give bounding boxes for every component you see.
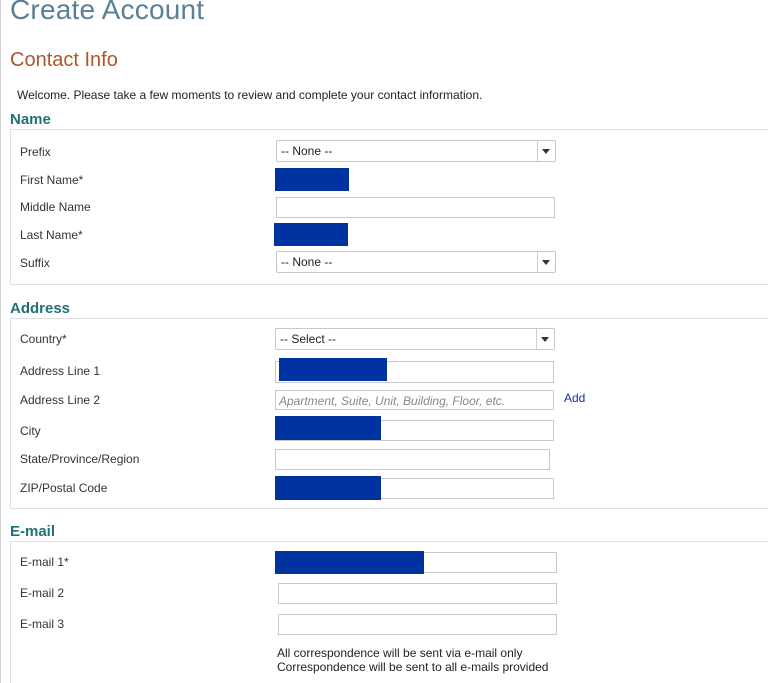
last-name-label: Last Name* bbox=[20, 228, 83, 242]
country-label: Country* bbox=[20, 332, 67, 346]
last-name-input-redacted[interactable] bbox=[274, 223, 348, 246]
address-line-2-input[interactable]: Apartment, Suite, Unit, Building, Floor,… bbox=[275, 390, 554, 410]
zip-redacted bbox=[275, 476, 381, 500]
zip-label: ZIP/Postal Code bbox=[20, 481, 108, 495]
country-dropdown-button[interactable] bbox=[536, 329, 554, 349]
prefix-select-value: -- None -- bbox=[281, 144, 333, 158]
country-select-value: -- Select -- bbox=[280, 332, 337, 346]
name-section-title: Name bbox=[10, 111, 51, 128]
email-note-1: All correspondence will be sent via e-ma… bbox=[277, 646, 523, 660]
city-redacted bbox=[275, 416, 381, 440]
first-name-input-redacted[interactable] bbox=[275, 168, 349, 191]
prefix-dropdown-button[interactable] bbox=[537, 141, 555, 161]
welcome-text: Welcome. Please take a few moments to re… bbox=[17, 88, 483, 102]
chevron-down-icon bbox=[542, 260, 550, 265]
email-2-input[interactable] bbox=[278, 583, 557, 604]
suffix-dropdown-button[interactable] bbox=[537, 252, 555, 272]
state-input[interactable] bbox=[275, 449, 550, 470]
address-line-1-redacted bbox=[279, 358, 387, 381]
suffix-label: Suffix bbox=[20, 256, 50, 270]
email-section-title: E-mail bbox=[10, 523, 56, 540]
middle-name-input[interactable] bbox=[276, 197, 555, 218]
address-section-title: Address bbox=[10, 300, 71, 317]
email-1-label: E-mail 1* bbox=[20, 555, 69, 569]
middle-name-label: Middle Name bbox=[20, 200, 91, 214]
chevron-down-icon bbox=[542, 149, 550, 154]
page-subtitle: Contact Info bbox=[10, 49, 118, 71]
email-1-redacted bbox=[275, 551, 424, 574]
prefix-select[interactable]: -- None -- bbox=[276, 140, 556, 162]
email-2-label: E-mail 2 bbox=[20, 586, 65, 600]
page-title: Create Account bbox=[10, 0, 205, 25]
suffix-select-value: -- None -- bbox=[281, 255, 333, 269]
email-note-2: Correspondence will be sent to all e-mai… bbox=[277, 660, 549, 674]
state-label: State/Province/Region bbox=[20, 452, 140, 466]
suffix-select[interactable]: -- None -- bbox=[276, 251, 556, 273]
address-line-2-label: Address Line 2 bbox=[20, 393, 101, 407]
country-select[interactable]: -- Select -- bbox=[275, 328, 555, 350]
email-3-label: E-mail 3 bbox=[20, 617, 65, 631]
add-address-line-link[interactable]: Add bbox=[564, 391, 585, 405]
email-3-input[interactable] bbox=[278, 614, 557, 635]
first-name-label: First Name* bbox=[20, 173, 84, 187]
city-label: City bbox=[20, 424, 41, 438]
prefix-label: Prefix bbox=[20, 145, 51, 159]
page-left-border bbox=[0, 0, 1, 683]
address-line-1-label: Address Line 1 bbox=[20, 364, 101, 378]
chevron-down-icon bbox=[541, 337, 549, 342]
